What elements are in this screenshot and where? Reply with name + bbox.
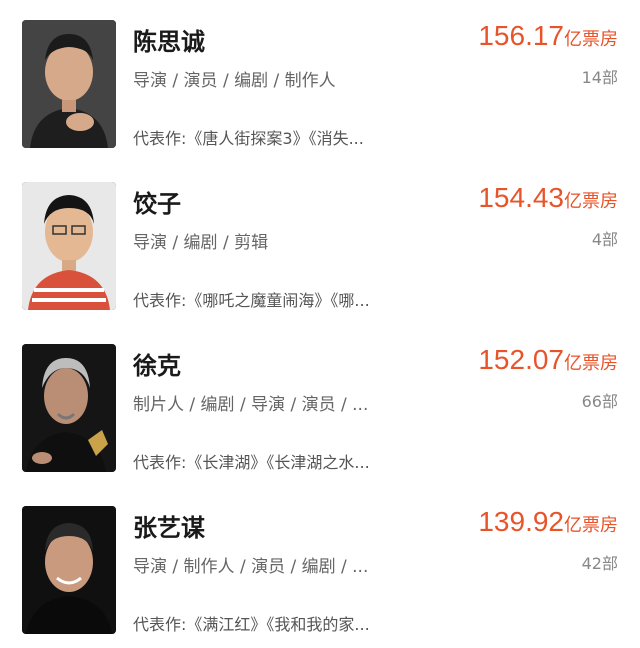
portrait-photo-icon <box>22 344 116 472</box>
person-roles: 导演 / 制作人 / 演员 / 编剧 / ... <box>133 557 369 577</box>
list-item[interactable]: 张艺谋 导演 / 制作人 / 演员 / 编剧 / ... 代表作:《满江红》《我… <box>0 486 640 648</box>
list-item[interactable]: 陈思诚 导演 / 演员 / 编剧 / 制作人 代表作:《唐人街探案3》《消失..… <box>0 0 640 162</box>
film-count: 42部 <box>581 554 618 573</box>
avatar[interactable] <box>22 506 116 634</box>
avatar[interactable] <box>22 182 116 310</box>
box-office-unit: 亿票房 <box>564 191 618 212</box>
box-office-value: 156.17 <box>478 20 564 51</box>
box-office-value: 152.07 <box>478 344 564 375</box>
portrait-photo-icon <box>22 182 116 310</box>
box-office: 152.07亿票房 <box>478 344 618 376</box>
representative-works: 代表作:《满江红》《我和我的家... <box>133 615 370 634</box>
film-count: 14部 <box>581 68 618 87</box>
person-roles: 导演 / 演员 / 编剧 / 制作人 <box>133 71 336 91</box>
director-ranking-list: 陈思诚 导演 / 演员 / 编剧 / 制作人 代表作:《唐人街探案3》《消失..… <box>0 0 640 640</box>
person-name[interactable]: 徐克 <box>133 346 181 381</box>
box-office-unit: 亿票房 <box>564 515 618 536</box>
box-office-unit: 亿票房 <box>564 353 618 374</box>
portrait-photo-icon <box>22 20 116 148</box>
representative-works: 代表作:《唐人街探案3》《消失... <box>133 129 364 148</box>
portrait-photo-icon <box>22 506 116 634</box>
avatar[interactable] <box>22 344 116 472</box>
person-roles: 导演 / 编剧 / 剪辑 <box>133 233 269 253</box>
box-office: 139.92亿票房 <box>478 506 618 538</box>
box-office: 156.17亿票房 <box>478 20 618 52</box>
box-office-unit: 亿票房 <box>564 29 618 50</box>
person-name[interactable]: 张艺谋 <box>133 508 205 543</box>
film-count: 66部 <box>581 392 618 411</box>
representative-works: 代表作:《长津湖》《长津湖之水... <box>133 453 370 472</box>
person-roles: 制片人 / 编剧 / 导演 / 演员 / ... <box>133 395 369 415</box>
box-office-value: 139.92 <box>478 506 564 537</box>
list-item[interactable]: 徐克 制片人 / 编剧 / 导演 / 演员 / ... 代表作:《长津湖》《长津… <box>0 324 640 486</box>
box-office: 154.43亿票房 <box>478 182 618 214</box>
representative-works: 代表作:《哪吒之魔童闹海》《哪... <box>133 291 370 310</box>
box-office-value: 154.43 <box>478 182 564 213</box>
person-name[interactable]: 饺子 <box>133 184 181 219</box>
film-count: 4部 <box>591 230 618 249</box>
person-name[interactable]: 陈思诚 <box>133 22 205 57</box>
avatar[interactable] <box>22 20 116 148</box>
list-item[interactable]: 饺子 导演 / 编剧 / 剪辑 代表作:《哪吒之魔童闹海》《哪... 154.4… <box>0 162 640 324</box>
